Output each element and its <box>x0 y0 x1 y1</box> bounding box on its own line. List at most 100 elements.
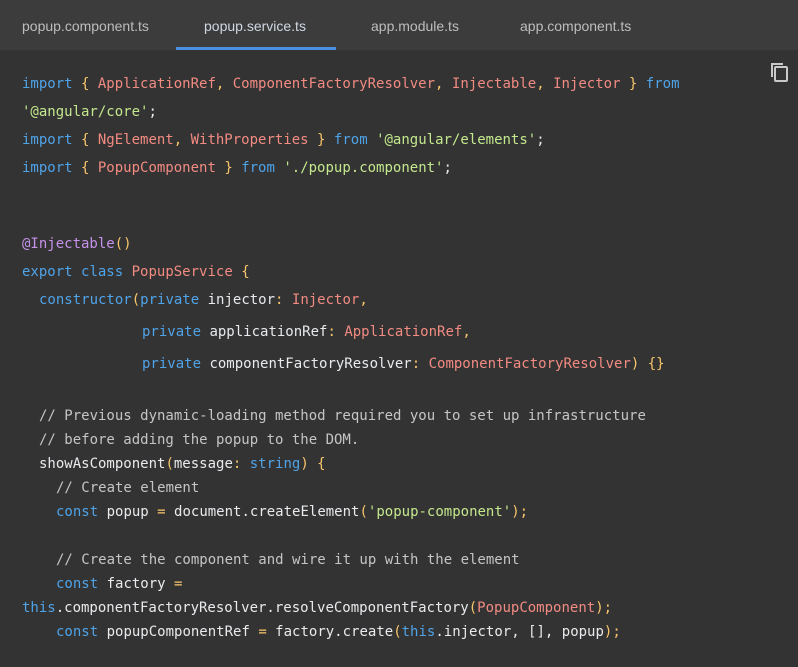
punctuation: , <box>359 292 368 308</box>
punctuation: } <box>620 76 646 92</box>
code-line-10: // Previous dynamic-loading method requi… <box>39 408 646 424</box>
punctuation: = <box>258 624 267 640</box>
tab-popup-service[interactable]: popup.service.ts <box>204 0 306 50</box>
keyword: const <box>56 504 99 520</box>
keyword: constructor <box>39 292 132 308</box>
keyword: const <box>56 576 99 592</box>
code-line-1: import { ApplicationRef, ComponentFactor… <box>22 76 680 92</box>
identifier: popupComponentRef <box>98 624 259 640</box>
punctuation: , <box>173 132 191 148</box>
keyword: private <box>142 356 202 372</box>
punctuation: ( <box>393 624 402 640</box>
keyword: private <box>142 324 202 340</box>
punctuation: ) { <box>300 456 326 472</box>
code-line-5: @Injectable() <box>22 236 132 252</box>
punctuation: { <box>72 132 98 148</box>
punctuation: ; <box>536 132 545 148</box>
identifier: WithProperties <box>190 132 309 148</box>
tab-popup-component[interactable]: popup.component.ts <box>22 0 149 50</box>
identifier: showAsComponent <box>39 456 166 472</box>
identifier: document.createElement <box>165 504 360 520</box>
string-literal: './popup.component' <box>283 160 444 176</box>
string-literal: 'popup-component' <box>367 504 512 520</box>
punctuation: ); <box>603 624 621 640</box>
keyword: const <box>56 624 99 640</box>
punctuation: : <box>327 324 345 340</box>
code-line-17: this.componentFactoryResolver.resolveCom… <box>22 600 612 616</box>
punctuation: } <box>308 132 334 148</box>
identifier: factory <box>98 576 175 592</box>
decorator: @Injectable <box>22 236 115 252</box>
punctuation: = <box>174 576 183 592</box>
identifier: message <box>173 456 233 472</box>
punctuation: : <box>232 456 250 472</box>
identifier: ComponentFactoryResolver <box>428 356 631 372</box>
punctuation: } <box>215 160 242 176</box>
identifier: injector <box>199 292 276 308</box>
identifier: ComponentFactoryResolver <box>232 76 436 92</box>
identifier: factory.create <box>266 624 394 640</box>
identifier: componentFactoryResolver <box>201 356 412 372</box>
punctuation: ); <box>595 600 613 616</box>
identifier: Injector <box>553 76 621 92</box>
code-line-11: // before adding the popup to the DOM. <box>39 432 360 448</box>
code-line-4: import { PopupComponent } from './popup.… <box>22 160 452 176</box>
keyword: import <box>22 76 73 92</box>
punctuation: , <box>435 76 452 92</box>
identifier: ApplicationRef <box>344 324 463 340</box>
punctuation: { <box>72 76 98 92</box>
keyword: import <box>22 160 73 176</box>
punctuation: ; <box>148 104 157 120</box>
keyword: this <box>401 624 436 640</box>
punctuation: , <box>215 76 233 92</box>
identifier: popup <box>98 504 158 520</box>
code-line-14: const popup = document.createElement('po… <box>56 504 528 520</box>
keyword: from <box>333 132 368 148</box>
code-viewer: import { ApplicationRef, ComponentFactor… <box>0 50 798 667</box>
punctuation: , <box>536 76 554 92</box>
tab-app-module[interactable]: app.module.ts <box>371 0 459 50</box>
identifier: NgElement <box>97 132 174 148</box>
code-line-2: '@angular/core'; <box>22 104 157 120</box>
keyword: class <box>81 264 124 280</box>
keyword: export <box>22 264 73 280</box>
code-line-9: private componentFactoryResolver: Compon… <box>142 356 665 372</box>
code-line-16: const factory = <box>56 576 182 592</box>
punctuation: , <box>462 324 471 340</box>
punctuation: { <box>72 160 98 176</box>
punctuation: ( <box>359 504 368 520</box>
copy-icon[interactable] <box>768 60 792 84</box>
code-line-12: showAsComponent(message: string) { <box>39 456 326 472</box>
identifier: PopupComponent <box>97 160 216 176</box>
identifier: PopupComponent <box>477 600 596 616</box>
keyword: this <box>22 600 56 616</box>
punctuation: ; <box>443 160 452 176</box>
code-line-18: const popupComponentRef = factory.create… <box>56 624 621 640</box>
keyword: from <box>645 76 680 92</box>
code-line-7: constructor(private injector: Injector, <box>39 292 368 308</box>
punctuation: : <box>411 356 429 372</box>
identifier: PopupService <box>131 264 233 280</box>
file-tab-bar: popup.component.ts popup.service.ts app.… <box>0 0 798 51</box>
tab-app-component[interactable]: app.component.ts <box>520 0 631 50</box>
identifier: ApplicationRef <box>97 76 216 92</box>
code-line-6: export class PopupService { <box>22 264 250 280</box>
punctuation: ( <box>131 292 141 308</box>
identifier: applicationRef <box>201 324 328 340</box>
identifier: .componentFactoryResolver.resolveCompone… <box>55 600 469 616</box>
code-line-3: import { NgElement, WithProperties } fro… <box>22 132 545 148</box>
punctuation: ( <box>468 600 478 616</box>
code-line-8: private applicationRef: ApplicationRef, <box>142 324 471 340</box>
keyword: import <box>22 132 73 148</box>
identifier: Injector <box>291 292 360 308</box>
string-literal: '@angular/core' <box>22 104 149 120</box>
punctuation: () <box>114 236 132 252</box>
code-line-13: // Create element <box>56 480 200 496</box>
identifier: Injectable <box>451 76 537 92</box>
identifier: .injector, [], popup <box>435 624 604 640</box>
punctuation: = <box>157 504 166 520</box>
string-literal: '@angular/elements' <box>376 132 537 148</box>
